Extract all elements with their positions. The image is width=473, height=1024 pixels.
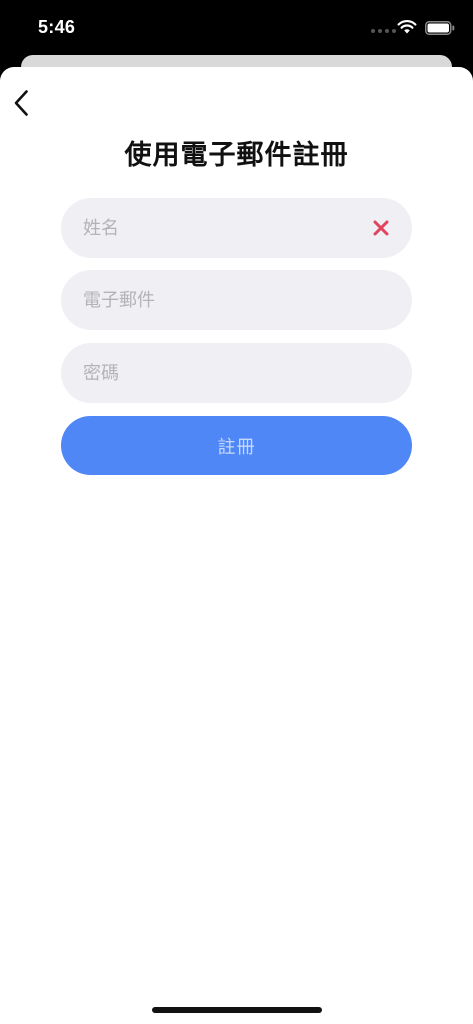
email-field <box>61 270 412 330</box>
wifi-icon <box>397 20 417 34</box>
status-bar: 5:46 <box>0 0 473 56</box>
password-input[interactable] <box>83 343 363 403</box>
back-button[interactable] <box>6 87 36 119</box>
password-field <box>61 343 412 403</box>
name-field <box>61 198 412 258</box>
status-time: 5:46 <box>38 17 76 37</box>
home-indicator[interactable] <box>152 1007 322 1013</box>
screen: 5:46 使用電子郵件註冊 姓名 電子郵件 註冊 <box>0 0 473 1024</box>
email-input[interactable] <box>83 270 363 330</box>
battery-icon <box>425 21 455 35</box>
page-title: 使用電子郵件註冊 <box>124 140 349 171</box>
signal-icon <box>371 29 396 33</box>
chevron-left-icon <box>14 90 28 116</box>
name-input[interactable] <box>83 198 363 258</box>
signup-sheet: 使用電子郵件註冊 註冊 <box>0 67 473 1024</box>
close-icon[interactable] <box>370 217 392 239</box>
register-button[interactable]: 註冊 <box>61 416 412 475</box>
